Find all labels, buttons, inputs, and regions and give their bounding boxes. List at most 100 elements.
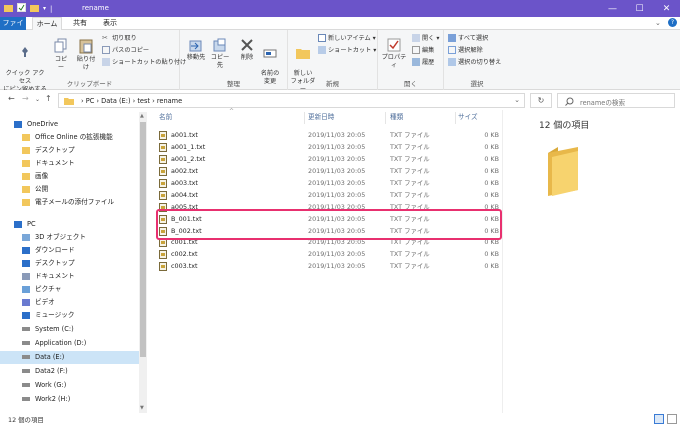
nav-item[interactable]: OneDrive <box>0 118 139 131</box>
file-size: 0 KB <box>484 131 499 139</box>
drive-icon <box>22 397 30 401</box>
paste-shortcut-button[interactable]: ショートカットの貼り付け <box>102 58 186 68</box>
nav-item[interactable]: ダウンロード <box>0 244 139 257</box>
new-item-label: 新しいアイテム ▾ <box>328 35 376 42</box>
drive-icon <box>22 369 30 373</box>
nav-item[interactable]: 3D オブジェクト <box>0 231 139 244</box>
nav-item[interactable]: ミュージック <box>0 309 139 322</box>
edit-button[interactable]: 編集 <box>412 46 434 56</box>
file-size: 0 KB <box>484 179 499 187</box>
file-row[interactable]: c002.txt 2019/11/03 20:05 TXT ファイル 0 KB <box>155 248 500 260</box>
file-row[interactable]: a002.txt 2019/11/03 20:05 TXT ファイル 0 KB <box>155 165 500 177</box>
new-folder-qa-icon[interactable] <box>30 4 39 14</box>
folder-icon <box>64 98 74 105</box>
address-bar[interactable]: › PC › Data (E:) › test › rename ⌄ <box>58 93 525 108</box>
nav-item[interactable]: Work (G:) <box>0 379 139 392</box>
column-divider[interactable] <box>455 112 456 124</box>
nav-item-label: Application (D:) <box>35 339 87 347</box>
new-item-icon <box>318 34 326 42</box>
invert-selection-button[interactable]: 選択の切り替え <box>448 58 501 68</box>
nav-item[interactable]: Office Online の拡張機能 <box>0 131 139 144</box>
paste-label: 貼り付け <box>76 56 96 71</box>
ribbon-collapse-icon[interactable]: ⌄ <box>655 19 661 27</box>
file-row[interactable]: a003.txt 2019/11/03 20:05 TXT ファイル 0 KB <box>155 177 500 189</box>
file-row[interactable]: a001_1.txt 2019/11/03 20:05 TXT ファイル 0 KB <box>155 141 500 153</box>
breadcrumb[interactable]: › PC › Data (E:) › test › rename <box>81 97 182 105</box>
nav-item[interactable]: 画像 <box>0 170 139 183</box>
select-all-icon <box>448 34 456 42</box>
nav-item[interactable]: Work2 (H:) <box>0 393 139 406</box>
forward-button[interactable]: → <box>22 94 29 103</box>
select-all-button[interactable]: すべて選択 <box>448 34 488 44</box>
address-dropdown-icon[interactable]: ⌄ <box>514 96 520 104</box>
file-row[interactable]: a001.txt 2019/11/03 20:05 TXT ファイル 0 KB <box>155 129 500 141</box>
open-button[interactable]: 開く ▾ <box>412 34 439 44</box>
tab-share[interactable]: 共有 <box>68 17 92 30</box>
tab-file[interactable]: ファイル <box>0 17 26 40</box>
copy-button[interactable]: コピー <box>52 38 70 72</box>
nav-item[interactable]: ドキュメント <box>0 270 139 283</box>
help-icon[interactable]: ? <box>668 18 677 27</box>
nav-item[interactable]: デスクトップ <box>0 144 139 157</box>
column-divider[interactable] <box>304 112 305 124</box>
paste-button[interactable]: 貼り付け <box>74 38 98 72</box>
tab-home[interactable]: ホーム <box>32 17 62 31</box>
nav-item[interactable]: ピクチャ <box>0 283 139 296</box>
column-header-size[interactable]: サイズ <box>458 110 478 124</box>
large-icons-view-icon[interactable] <box>667 414 677 424</box>
delete-button[interactable]: 削除 <box>238 38 256 62</box>
refresh-button[interactable]: ↻ <box>530 93 552 108</box>
properties-qa-icon[interactable] <box>17 3 26 14</box>
nav-item[interactable]: 公開 <box>0 183 139 196</box>
history-label: 履歴 <box>422 59 435 66</box>
separator: | <box>50 4 53 13</box>
column-header-name[interactable]: 名前 <box>159 110 172 124</box>
nav-item[interactable]: System (C:) <box>0 323 139 336</box>
nav-item[interactable]: デスクトップ <box>0 257 139 270</box>
nav-item[interactable]: ドキュメント <box>0 157 139 170</box>
nav-item[interactable]: Data2 (F:) <box>0 365 139 378</box>
drive-icon <box>22 383 30 387</box>
nav-item[interactable]: 電子メールの添付ファイル <box>0 196 139 209</box>
nav-item[interactable]: PC <box>0 218 139 231</box>
nav-item[interactable]: Data (E:) <box>0 351 139 364</box>
nav-item[interactable]: ビデオ <box>0 296 139 309</box>
minimize-button[interactable]: — <box>599 0 626 17</box>
copy-to-button[interactable]: コピー先 <box>209 38 231 70</box>
file-date: 2019/11/03 20:05 <box>308 191 366 199</box>
up-button[interactable]: ↑ <box>45 94 52 103</box>
move-to-button[interactable]: 移動先 <box>185 38 207 62</box>
file-row[interactable]: c003.txt 2019/11/03 20:05 TXT ファイル 0 KB <box>155 260 500 272</box>
back-button[interactable]: ← <box>8 94 15 103</box>
column-divider[interactable] <box>385 112 386 124</box>
tab-view[interactable]: 表示 <box>98 17 122 30</box>
copy-path-button[interactable]: パスのコピー <box>102 46 149 56</box>
scroll-down-icon[interactable]: ▼ <box>140 405 144 411</box>
nav-item[interactable]: Application (D:) <box>0 337 139 350</box>
new-item-button[interactable]: 新しいアイテム ▾ <box>318 34 376 44</box>
open-icon <box>412 34 420 42</box>
select-none-button[interactable]: 選択解除 <box>448 46 483 56</box>
folder-icon <box>22 172 30 180</box>
file-type: TXT ファイル <box>390 131 430 139</box>
search-box[interactable]: renameの検索 <box>557 93 675 108</box>
file-size: 0 KB <box>484 250 499 258</box>
cut-button[interactable]: ✂ 切り取り <box>102 34 137 44</box>
maximize-button[interactable]: ☐ <box>626 0 653 17</box>
recent-locations-chevron-icon[interactable]: ⌄ <box>35 96 40 103</box>
file-row[interactable]: a001_2.txt 2019/11/03 20:05 TXT ファイル 0 KB <box>155 153 500 165</box>
nav-scrollbar-thumb[interactable] <box>140 122 146 357</box>
folder-icon <box>22 185 30 193</box>
chevron-down-icon[interactable]: ▾ <box>43 5 46 12</box>
scroll-up-icon[interactable]: ▲ <box>140 113 144 119</box>
file-row[interactable]: a004.txt 2019/11/03 20:05 TXT ファイル 0 KB <box>155 189 500 201</box>
rename-icon <box>263 49 277 58</box>
easy-access-button[interactable]: ショートカット ▾ <box>318 46 376 56</box>
column-header-type[interactable]: 種類 <box>390 110 403 124</box>
column-header-date[interactable]: 更新日時 <box>308 110 334 124</box>
details-view-icon[interactable] <box>654 414 664 424</box>
properties-button[interactable]: プロパティ <box>380 38 408 70</box>
history-button[interactable]: 履歴 <box>412 58 434 68</box>
folder-icon <box>22 198 30 206</box>
close-button[interactable]: ✕ <box>653 0 680 17</box>
